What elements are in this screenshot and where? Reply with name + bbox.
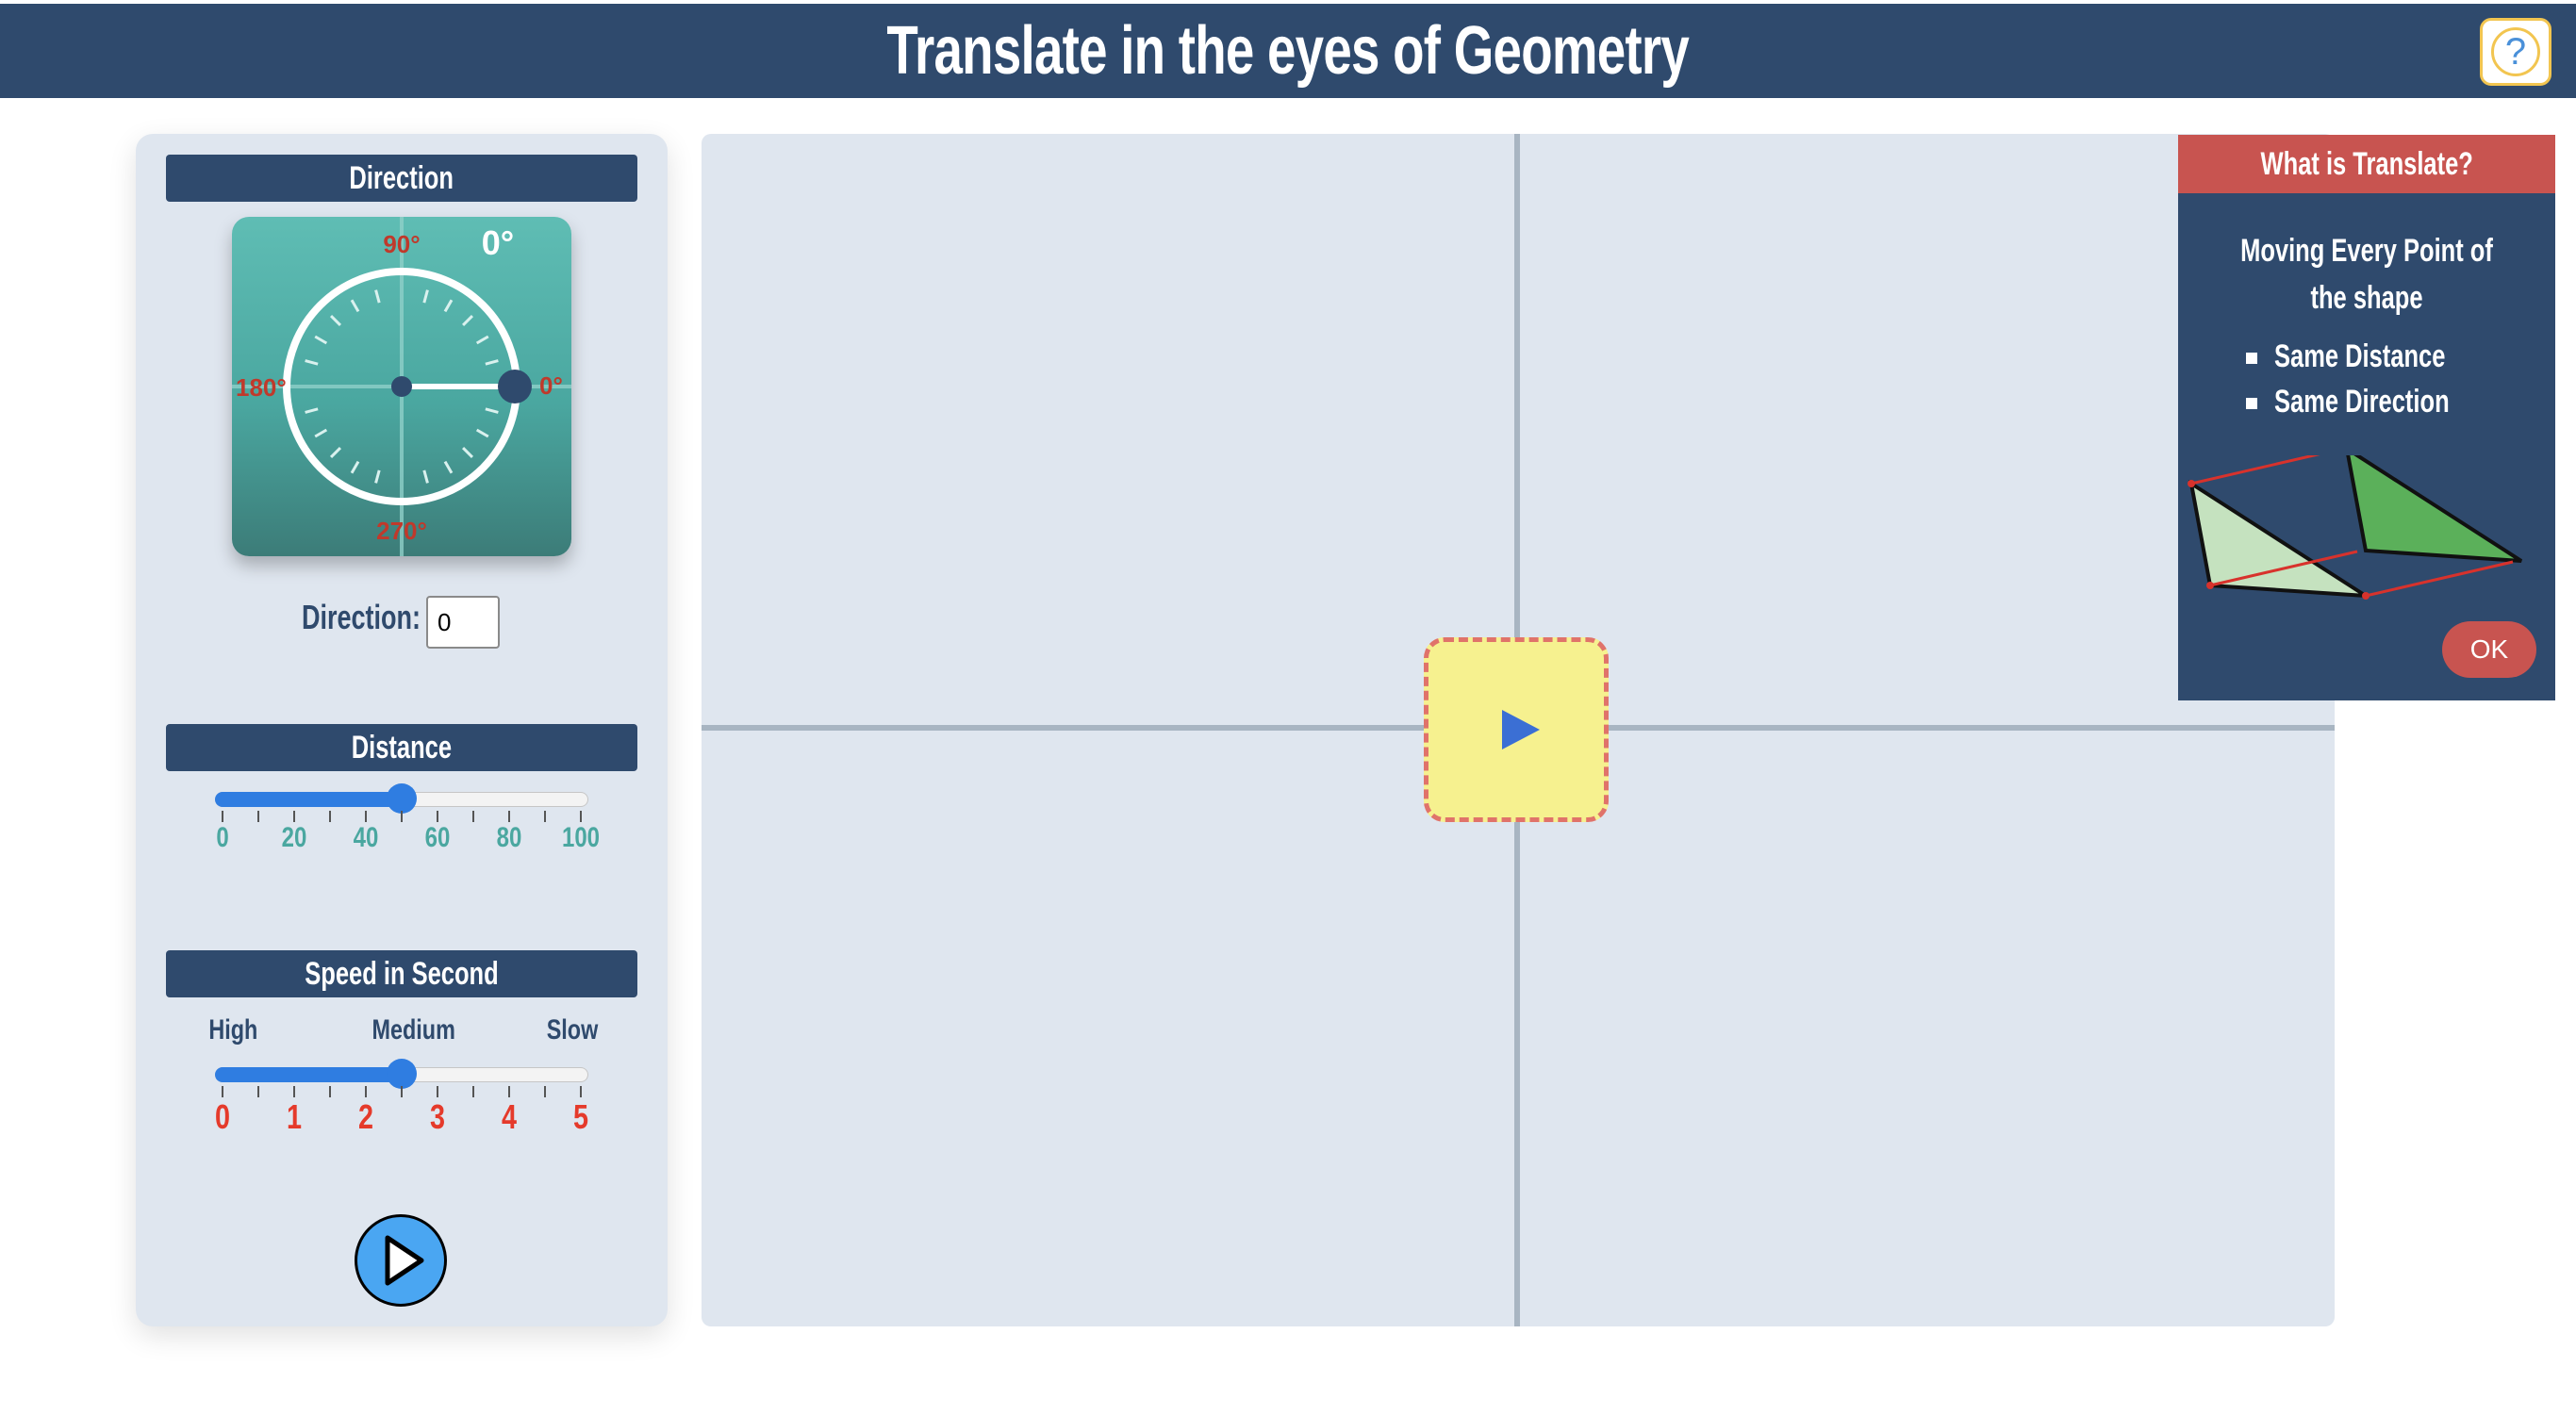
slider-tick — [293, 1086, 295, 1097]
direction-section-title: Direction — [166, 155, 637, 202]
play-button[interactable] — [355, 1214, 447, 1307]
slider-tick — [437, 811, 438, 822]
dial-label-180: 180° — [236, 373, 287, 402]
help-button[interactable]: ? — [2480, 18, 2551, 86]
dial-tick — [422, 469, 429, 484]
slider-tick — [365, 1086, 367, 1097]
slider-tick — [401, 1086, 403, 1097]
dial-tick — [475, 335, 489, 345]
speed-label-medium: Medium — [372, 1014, 455, 1046]
slider-tick — [293, 811, 295, 822]
dial-tick — [485, 407, 499, 414]
dial-tick — [475, 428, 489, 438]
dial-label-90: 90° — [383, 230, 420, 258]
dial-tick — [485, 359, 499, 366]
dial-handle[interactable] — [498, 370, 532, 403]
dial-tick — [350, 299, 360, 313]
distance-slider-thumb[interactable] — [387, 783, 417, 814]
info-bullet-distance: Same Distance — [2246, 338, 2502, 375]
dial-tick — [329, 314, 342, 327]
direction-dial[interactable]: 90° 180° 0° 270° 0° — [232, 217, 571, 556]
slider-tick — [580, 811, 582, 822]
slider-tick-label: 2 — [357, 1097, 374, 1136]
slider-tick-label: 20 — [281, 822, 307, 853]
dial-tick — [350, 460, 360, 474]
slider-tick-label: 5 — [572, 1097, 589, 1136]
dial-tick — [443, 299, 454, 313]
slider-tick — [222, 811, 223, 822]
control-panel: Direction 90° 180° 0° 270° 0° Direction:… — [136, 134, 668, 1326]
speed-slider[interactable] — [215, 1059, 588, 1089]
slider-tick — [508, 811, 510, 822]
slider-tick — [365, 811, 367, 822]
slider-tick-label: 4 — [501, 1097, 518, 1136]
dial-tick — [422, 289, 429, 304]
page-title: Translate in the eyes of Geometry — [886, 13, 1691, 89]
distance-slider[interactable] — [215, 783, 588, 814]
dial-tick — [329, 446, 342, 459]
geometry-canvas[interactable] — [702, 134, 2335, 1326]
question-icon: ? — [2491, 27, 2540, 76]
speed-slider-thumb[interactable] — [387, 1059, 417, 1089]
speed-label-high: High — [208, 1014, 258, 1046]
dial-tick — [461, 314, 474, 327]
translation-diagram — [2188, 455, 2523, 600]
slider-tick — [508, 1086, 510, 1097]
dial-tick — [461, 446, 474, 459]
slider-tick — [544, 1086, 546, 1097]
dial-tick — [443, 460, 454, 474]
slider-tick-label: 60 — [424, 822, 451, 853]
speed-tick-labels: 0 1 2 3 4 5 — [214, 1097, 589, 1136]
info-bullet-direction: Same Direction — [2246, 384, 2508, 420]
dial-label-0: 0° — [539, 371, 563, 400]
dial-tick — [374, 469, 381, 484]
slider-tick — [329, 811, 331, 822]
dial-tick — [305, 359, 319, 366]
slider-tick — [222, 1086, 223, 1097]
dial-tick — [374, 289, 381, 304]
dial-tick — [314, 428, 328, 438]
slider-tick — [329, 1086, 331, 1097]
info-title: What is Translate? — [2178, 135, 2555, 193]
play-triangle-icon — [1502, 710, 1540, 749]
slider-tick-label: 100 — [561, 822, 601, 853]
distance-tick-labels: 0 20 40 60 80 100 — [215, 822, 600, 860]
speed-section-title: Speed in Second — [166, 950, 637, 997]
slider-tick-label: 80 — [496, 822, 522, 853]
app-header: Translate in the eyes of Geometry ? — [0, 4, 2576, 98]
slider-tick-label: 40 — [353, 822, 379, 853]
slider-tick-label: 0 — [214, 1097, 231, 1136]
slider-tick-label: 0 — [216, 822, 229, 853]
canvas-play-button[interactable] — [1424, 637, 1609, 822]
slider-tick — [437, 1086, 438, 1097]
dial-tick — [314, 335, 328, 345]
slider-tick — [257, 811, 259, 822]
slider-tick — [580, 1086, 582, 1097]
direction-input[interactable] — [426, 596, 500, 649]
slider-tick — [544, 811, 546, 822]
slider-tick — [472, 1086, 474, 1097]
ok-button[interactable]: OK — [2442, 621, 2536, 678]
info-popup: What is Translate? Moving Every Point of… — [2178, 135, 2555, 700]
distance-section-title: Distance — [166, 724, 637, 771]
slider-tick — [257, 1086, 259, 1097]
play-icon — [385, 1235, 424, 1286]
slider-tick — [401, 811, 403, 822]
dial-tick — [305, 407, 319, 414]
info-description: Moving Every Point of the shape — [2240, 233, 2493, 316]
dial-label-270: 270° — [376, 517, 427, 545]
dial-readout: 0° — [482, 223, 514, 262]
slider-tick-label: 3 — [429, 1097, 446, 1136]
dial-center — [391, 376, 412, 397]
slider-tick-label: 1 — [286, 1097, 303, 1136]
speed-label-slow: Slow — [546, 1014, 599, 1046]
slider-tick — [472, 811, 474, 822]
